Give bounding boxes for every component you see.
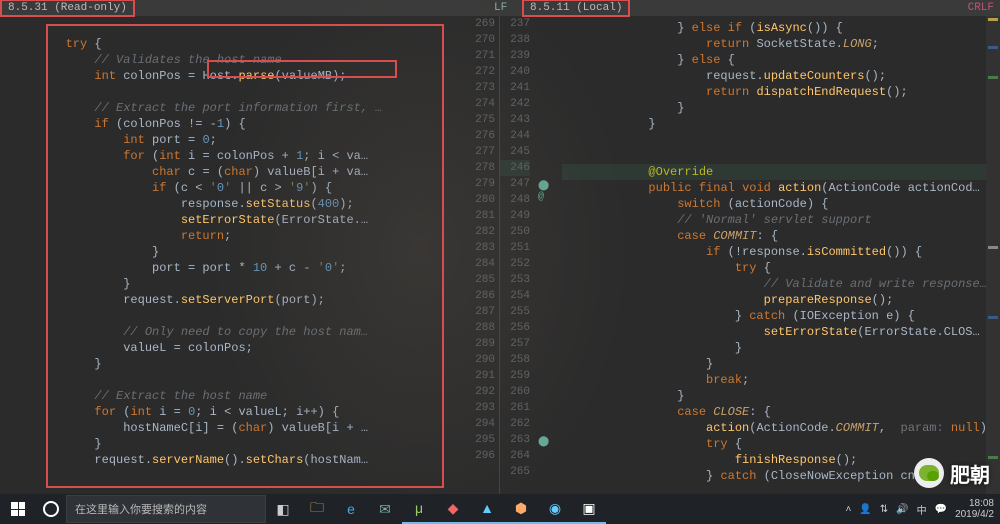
wechat-watermark: 肥朝 xyxy=(914,458,990,488)
tray-chevron-icon[interactable]: ˄ xyxy=(845,504,851,515)
left-code: try { // Validates the host name int col… xyxy=(8,20,461,494)
system-tray[interactable]: ˄ 👤 ⇅ 🔊 中 💬 18:08 2019/4/2 xyxy=(845,498,1000,520)
windows-icon xyxy=(11,502,25,516)
app-icon-5[interactable]: ◉ xyxy=(538,494,572,524)
gutter-marker-icon[interactable]: ⬤ xyxy=(538,436,549,448)
right-code: } else if (isAsync()) { return SocketSta… xyxy=(562,20,996,494)
cortana-icon xyxy=(43,501,59,517)
app-icon-1[interactable]: μ xyxy=(402,494,436,524)
windows-taskbar[interactable]: 在这里输入你要搜索的内容 ◧ 🗀 e ✉ μ ◆ ▲ ⬢ ◉ ▣ ˄ 👤 ⇅ 🔊… xyxy=(0,494,1000,524)
diff-view: try { // Validates the host name int col… xyxy=(0,16,1000,494)
tray-network-icon[interactable]: ⇅ xyxy=(880,504,888,515)
right-marker-gutter: ⬤ @ ⬤ xyxy=(534,16,558,494)
tray-people-icon[interactable]: 👤 xyxy=(859,504,871,515)
edge-icon[interactable]: e xyxy=(334,494,368,524)
taskbar-apps: ◧ 🗀 e ✉ μ ◆ ▲ ⬢ ◉ ▣ xyxy=(266,494,606,524)
start-button[interactable] xyxy=(0,494,36,524)
left-gutter: 2692702712722732742752762772782792802812… xyxy=(465,16,499,494)
clock-time: 18:08 xyxy=(955,498,994,509)
wechat-icon xyxy=(914,458,944,488)
tray-notification-icon[interactable]: 💬 xyxy=(935,504,947,515)
taskbar-clock[interactable]: 18:08 2019/4/2 xyxy=(955,498,994,520)
left-pane[interactable]: try { // Validates the host name int col… xyxy=(0,16,500,494)
tray-ime-icon[interactable]: 中 xyxy=(917,502,927,517)
minimap[interactable] xyxy=(986,16,1000,494)
wechat-name: 肥朝 xyxy=(950,459,990,488)
search-placeholder: 在这里输入你要搜索的内容 xyxy=(75,501,207,517)
override-marker-icon[interactable]: ⬤ @ xyxy=(538,180,558,203)
explorer-icon[interactable]: 🗀 xyxy=(300,494,334,524)
right-file-tab[interactable]: 8.5.11 (Local) xyxy=(522,0,630,17)
right-pane[interactable]: 2372382392402412422432442452462472482492… xyxy=(500,16,1000,494)
tray-volume-icon[interactable]: 🔊 xyxy=(896,504,908,515)
left-file-tab[interactable]: 8.5.31 (Read-only) xyxy=(0,0,135,17)
mail-icon[interactable]: ✉ xyxy=(368,494,402,524)
line-ending-right: CRLF xyxy=(968,2,994,14)
app-icon-6[interactable]: ▣ xyxy=(572,494,606,524)
app-icon-3[interactable]: ▲ xyxy=(470,494,504,524)
clock-date: 2019/4/2 xyxy=(955,509,994,520)
diff-header: 8.5.31 (Read-only) LF 8.5.11 (Local) CRL… xyxy=(0,0,1000,16)
cortana-button[interactable] xyxy=(36,494,66,524)
task-view-icon[interactable]: ◧ xyxy=(266,494,300,524)
right-gutter: 2372382392402412422432442452462472482492… xyxy=(500,16,534,494)
line-ending-left: LF xyxy=(488,1,513,15)
app-icon-4[interactable]: ⬢ xyxy=(504,494,538,524)
app-icon-2[interactable]: ◆ xyxy=(436,494,470,524)
taskbar-search[interactable]: 在这里输入你要搜索的内容 xyxy=(66,495,266,523)
